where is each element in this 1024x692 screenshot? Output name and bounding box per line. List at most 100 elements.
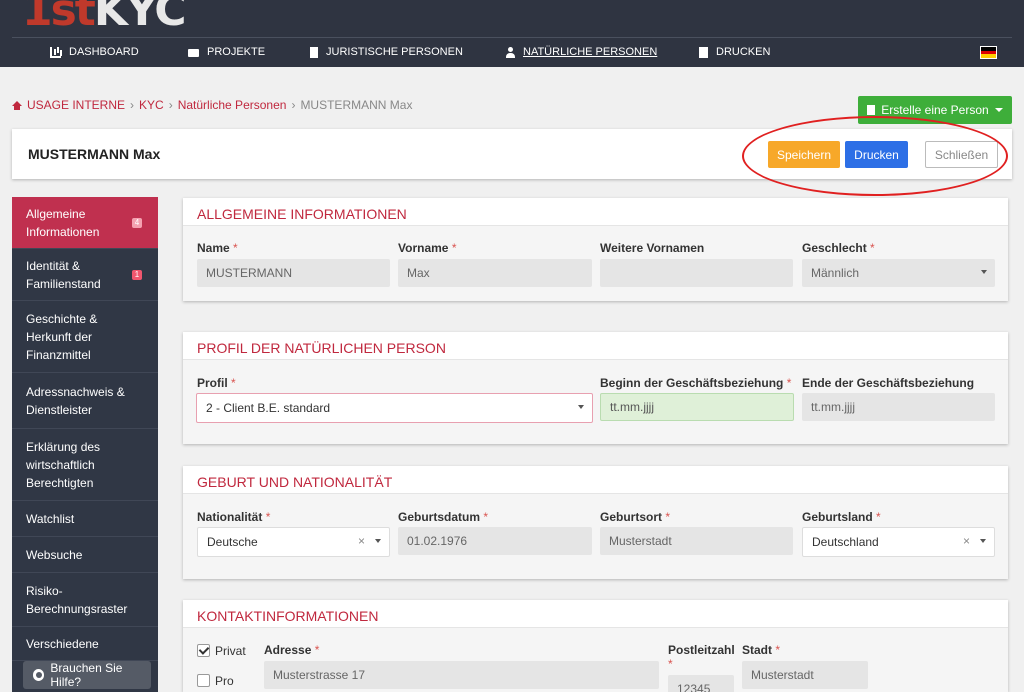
caret-down-icon [980,539,986,543]
nav-label: JURISTISCHE PERSONEN [326,46,463,58]
caret-down-icon [578,405,584,409]
panel-contact-info: KONTAKTINFORMATIONEN Privat Pro Adresse … [183,600,1008,692]
breadcrumb-usage-interne[interactable]: USAGE INTERNE [27,98,125,112]
panel-body: Profil * 2 - Client B.E. standard Beginn… [183,360,1008,444]
city-label-text: Stadt [742,643,772,657]
panel-general-info: ALLGEMEINE INFORMATIONEN Name * MUSTERMA… [183,198,1008,301]
flag-stripe-gold [981,54,996,58]
nationality-label: Nationalität * [197,510,270,524]
required-marker: * [233,241,238,255]
clear-icon[interactable]: × [963,534,970,548]
sidebar-item-erklaerung[interactable]: Erklärung des wirtschaftlich Berechtigte… [12,429,158,501]
sidebar-item-label: Adressnachweis & Dienstleister [26,384,125,417]
breadcrumb: USAGE INTERNE › KYC › Natürliche Persone… [12,98,412,112]
app-logo[interactable]: 1st KYC [22,0,187,36]
panel-body: Name * MUSTERMANN Vorname * Max Weitere … [183,226,1008,301]
address-field[interactable]: Musterstrasse 17 [264,661,659,689]
sidebar-item-label: Geschichte & Herkunft der Finanzmittel [26,311,98,362]
sidebar-item-verschiedene[interactable]: Verschiedene [12,627,158,661]
nav-label: DRUCKEN [716,46,771,58]
firstname-field[interactable]: Max [398,259,592,287]
birthplace-field[interactable]: Musterstadt [600,527,793,555]
pro-checkbox[interactable] [197,674,210,687]
birthdate-field[interactable]: 01.02.1976 [398,527,592,555]
gender-value: Männlich [811,266,860,280]
nav-natuerliche-personen[interactable]: NATÜRLICHE PERSONEN [505,46,657,58]
required-marker: * [786,376,792,390]
private-label: Privat [215,644,246,658]
sidebar-item-allgemeine-informationen[interactable]: Allgemeine Informationen 4 [12,197,158,249]
gender-label: Geschlecht * [802,241,875,255]
firstname-label-text: Vorname [398,241,449,255]
top-navbar: 1st KYC DASHBOARD PROJEKTE JURISTISCHE P… [0,0,1024,67]
sidebar-item-label: Websuche [26,547,83,562]
sidebar-item-label: Erklärung des wirtschaftlich Berechtigte… [26,439,101,490]
required-marker: * [231,376,236,390]
lifebuoy-icon [33,669,45,681]
profile-label-text: Profil [197,376,228,390]
required-marker: * [483,510,489,524]
required-marker: * [870,241,875,255]
section-sidebar: Allgemeine Informationen 4 Identität & F… [12,197,158,692]
birthplace-label-text: Geburtsort [600,510,663,524]
start-date-label: Beginn der Geschäftsbeziehung * [600,376,791,390]
birthcountry-label-text: Geburtsland [802,510,873,524]
city-field[interactable]: Musterstadt [742,661,868,689]
required-marker: * [265,510,271,524]
sidebar-item-watchlist[interactable]: Watchlist [12,501,158,537]
panel-profile: PROFIL DER NATÜRLICHEN PERSON Profil * 2… [183,332,1008,444]
nav-label: DASHBOARD [69,46,139,58]
create-person-label: Erstelle eine Person [881,103,989,117]
gender-select[interactable]: Männlich [802,259,995,287]
breadcrumb-kyc[interactable]: KYC [139,98,164,112]
breadcrumb-natuerliche-personen[interactable]: Natürliche Personen [178,98,287,112]
panel-title: KONTAKTINFORMATIONEN [183,600,1008,628]
name-field[interactable]: MUSTERMANN [197,259,390,287]
other-names-field[interactable] [600,259,793,287]
profile-value: 2 - Client B.E. standard [206,401,331,415]
nav-label: PROJEKTE [207,46,266,58]
address-label: Adresse * [264,643,319,657]
help-button[interactable]: Brauchen Sie Hilfe? [23,661,151,689]
nationality-select[interactable]: Deutsche × [197,527,390,557]
end-date-label: Ende der Geschäftsbeziehung [802,376,975,390]
required-marker: * [775,643,781,657]
sidebar-item-risiko[interactable]: Risiko-Berechnungsraster [12,573,158,627]
birthcountry-select[interactable]: Deutschland × [802,527,995,557]
nav-juristische-personen[interactable]: JURISTISCHE PERSONEN [310,46,463,58]
sidebar-item-label: Allgemeine Informationen [26,206,100,239]
clear-icon[interactable]: × [358,534,365,548]
sidebar-item-identitaet[interactable]: Identität & Familienstand 1 [12,249,158,301]
file-icon [867,105,876,115]
nav-drucken[interactable]: DRUCKEN [699,46,770,58]
birthdate-label: Geburtsdatum * [398,510,488,524]
zip-label: Postleitzahl * [668,643,738,671]
required-marker: * [314,643,320,657]
sidebar-item-label: Identität & Familienstand [26,258,101,291]
caret-down-icon [981,270,987,274]
home-icon[interactable] [12,100,22,110]
sidebar-item-adressnachweis[interactable]: Adressnachweis & Dienstleister [12,373,158,429]
breadcrumb-separator: › [130,98,135,112]
end-date-field[interactable]: tt.mm.jjjj [802,393,995,421]
private-checkbox[interactable] [197,644,210,657]
de-flag-icon[interactable] [980,46,997,59]
annotation-highlight-oval [742,116,1008,196]
logo-text-kyc: KYC [93,0,187,36]
sidebar-item-websuche[interactable]: Websuche [12,537,158,573]
sidebar-item-label: Risiko-Berechnungsraster [26,583,128,616]
firstname-label: Vorname * [398,241,456,255]
panel-title: GEBURT UND NATIONALITÄT [183,466,1008,494]
start-date-field[interactable]: tt.mm.jjjj [600,393,794,421]
file-icon [699,46,708,58]
profile-select[interactable]: 2 - Client B.E. standard [196,393,593,423]
sidebar-item-geschichte[interactable]: Geschichte & Herkunft der Finanzmittel [12,301,158,373]
nav-dashboard[interactable]: DASHBOARD [50,46,139,58]
breadcrumb-separator: › [168,98,173,112]
profile-label: Profil * [197,376,236,390]
user-icon [505,46,515,58]
pro-label: Pro [215,674,234,688]
nav-projekte[interactable]: PROJEKTE [188,46,265,58]
zip-field[interactable]: 12345 [668,675,734,692]
chart-icon [50,46,61,58]
